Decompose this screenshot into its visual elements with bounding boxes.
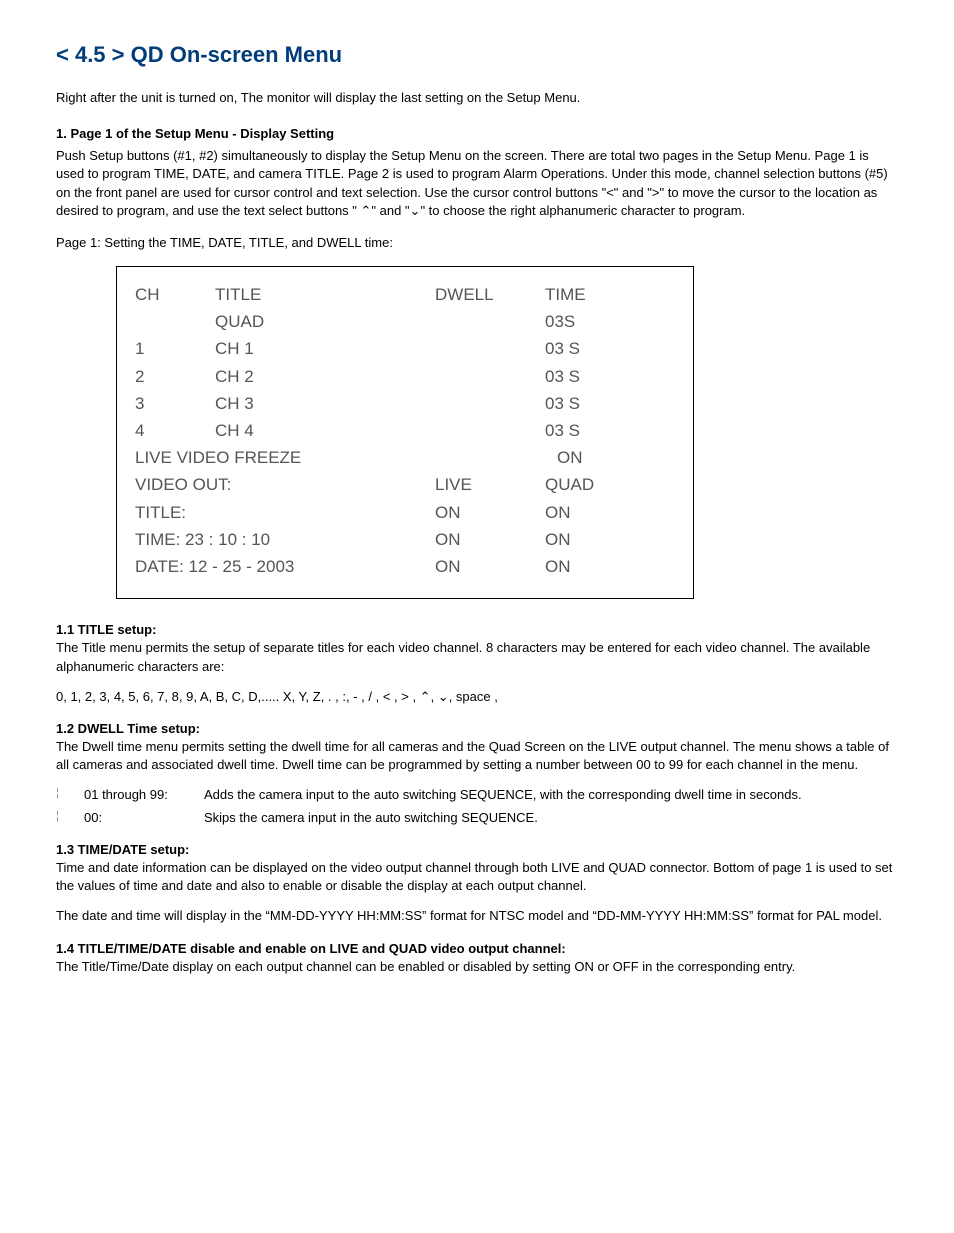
s14-heading: 1.4 TITLE/TIME/DATE disable and enable o… — [56, 940, 898, 958]
quad-ch — [135, 308, 215, 335]
quad-title: QUAD — [215, 308, 435, 335]
table-row: 2 CH 2 03 S — [135, 363, 675, 390]
table-row: LIVE VIDEO FREEZE ON — [135, 444, 675, 471]
dwell-val: Adds the camera input to the auto switch… — [204, 786, 898, 804]
s12-body: The Dwell time menu permits setting the … — [56, 738, 898, 774]
quad-live — [435, 308, 545, 335]
table-row: 4 CH 4 03 S — [135, 417, 675, 444]
table-row: 3 CH 3 03 S — [135, 390, 675, 417]
s13-heading: 1.3 TIME/DATE setup: — [56, 841, 898, 859]
table-row: VIDEO OUT: LIVE QUAD — [135, 471, 675, 498]
intro-text: Right after the unit is turned on, The m… — [56, 89, 898, 107]
col-time-head: TIME — [545, 281, 625, 308]
s14-body: The Title/Time/Date display on each outp… — [56, 958, 898, 976]
s13-body1: Time and date information can be display… — [56, 859, 898, 895]
s11-body: The Title menu permits the setup of sepa… — [56, 639, 898, 675]
quad-row: QUAD 03S — [135, 308, 675, 335]
col-ch-head: CH — [135, 281, 215, 308]
table-row: TITLE: ON ON — [135, 499, 675, 526]
dwell-val: Skips the camera input in the auto switc… — [204, 809, 898, 827]
section1-body: Push Setup buttons (#1, #2) simultaneous… — [56, 147, 898, 220]
page1-caption: Page 1: Setting the TIME, DATE, TITLE, a… — [56, 234, 898, 252]
col-title-head: TITLE — [215, 281, 435, 308]
dwell-list: ¦ 01 through 99: Adds the camera input t… — [56, 786, 898, 826]
table-row: DATE: 12 - 25 - 2003 ON ON — [135, 553, 675, 580]
s11-heading: 1.1 TITLE setup: — [56, 621, 898, 639]
col-dwell-head: DWELL — [435, 281, 545, 308]
bullet-icon: ¦ — [56, 786, 76, 804]
dwell-key: 01 through 99: — [76, 786, 204, 804]
page-title: < 4.5 > QD On-screen Menu — [56, 40, 898, 71]
list-item: ¦ 00: Skips the camera input in the auto… — [56, 809, 898, 827]
table-row: 1 CH 1 03 S — [135, 335, 675, 362]
dwell-key: 00: — [76, 809, 204, 827]
s12-heading: 1.2 DWELL Time setup: — [56, 720, 898, 738]
s11-chars: 0, 1, 2, 3, 4, 5, 6, 7, 8, 9, A, B, C, D… — [56, 688, 898, 706]
table-row: TIME: 23 : 10 : 10 ON ON — [135, 526, 675, 553]
table-head-row: CH TITLE DWELL TIME — [135, 281, 675, 308]
setup-menu-table: CH TITLE DWELL TIME QUAD 03S 1 CH 1 03 S… — [116, 266, 694, 599]
quad-time: 03S — [545, 308, 625, 335]
bullet-icon: ¦ — [56, 809, 76, 827]
s13-body2: The date and time will display in the “M… — [56, 907, 898, 925]
list-item: ¦ 01 through 99: Adds the camera input t… — [56, 786, 898, 804]
section1-heading: 1. Page 1 of the Setup Menu - Display Se… — [56, 125, 898, 143]
